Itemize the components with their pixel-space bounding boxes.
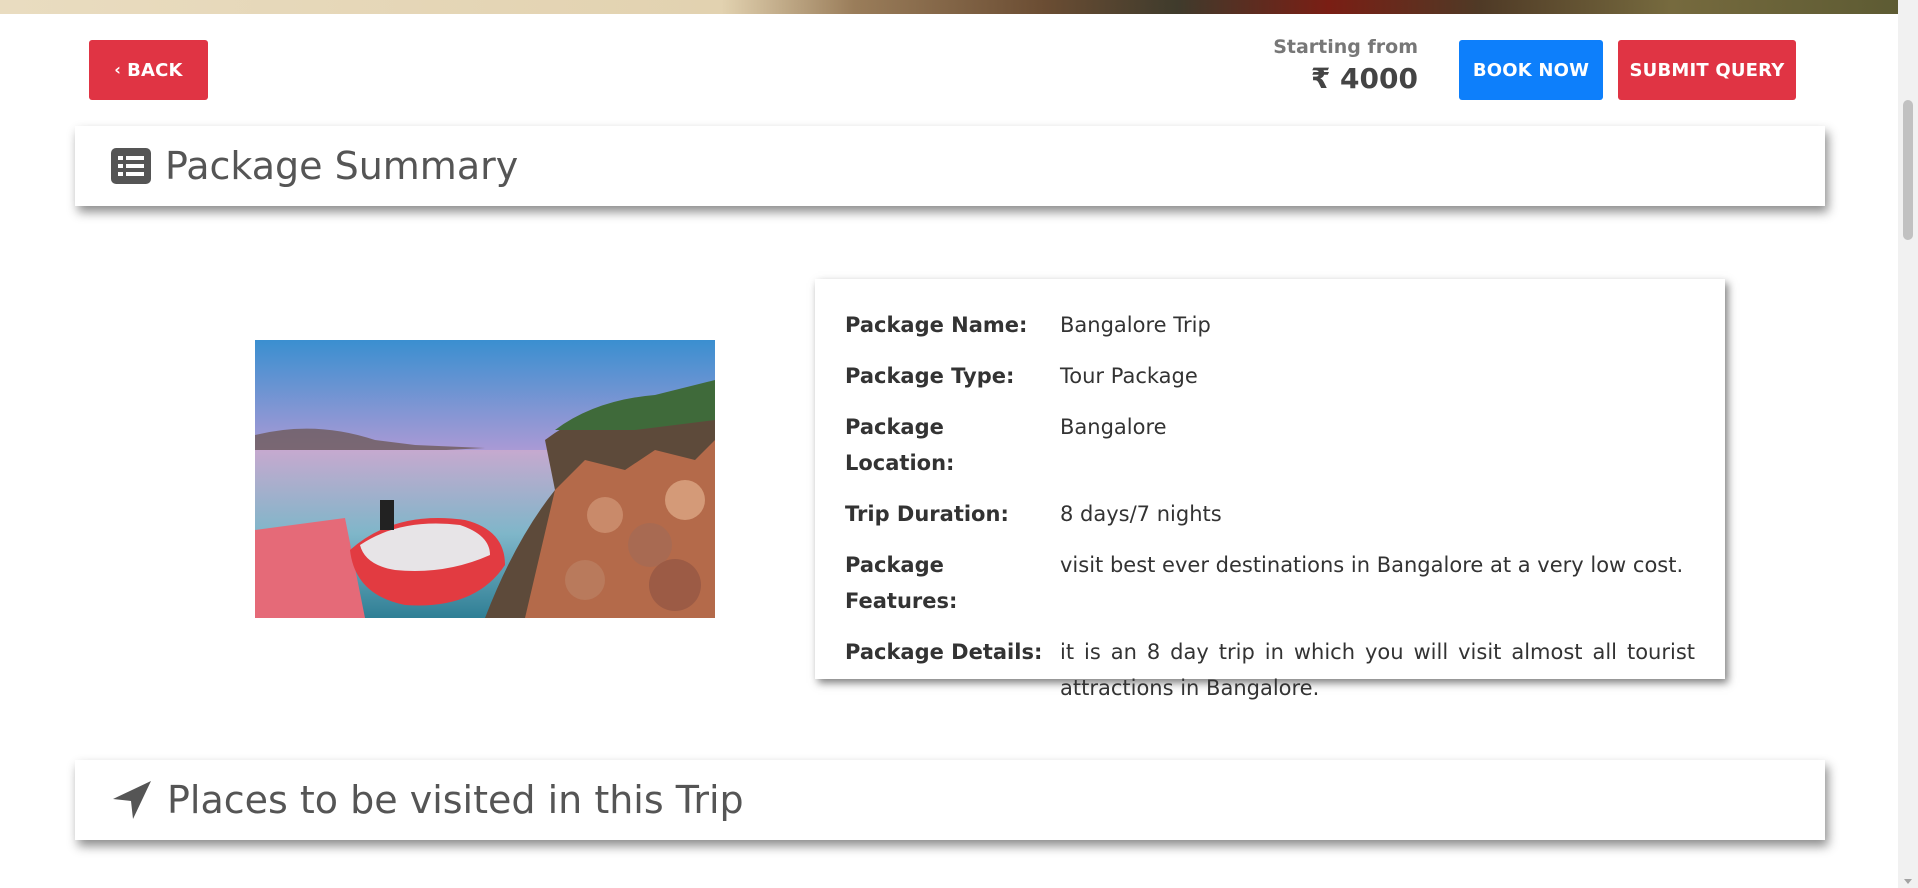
list-icon	[111, 148, 151, 184]
price-label: Starting from	[1273, 36, 1418, 58]
detail-value: Bangalore Trip	[1060, 313, 1211, 337]
book-now-button[interactable]: BOOK NOW	[1459, 40, 1603, 100]
detail-value: it is an 8 day trip in which you will vi…	[1060, 640, 1695, 700]
detail-label: Package Type:	[845, 364, 1015, 388]
detail-row-name: Package Name: Bangalore Trip	[845, 307, 1695, 343]
hero-banner-strip	[0, 0, 1898, 14]
chevron-left-icon: ‹	[114, 60, 122, 79]
location-arrow-icon	[111, 779, 153, 821]
section-title: Places to be visited in this Trip	[167, 778, 744, 822]
detail-value: Bangalore	[1060, 415, 1167, 439]
package-details-card: Package Name: Bangalore Trip Package Typ…	[815, 279, 1725, 700]
price-block: Starting from ₹ 4000	[1273, 36, 1418, 95]
detail-value: visit best ever destinations in Bangalor…	[1060, 553, 1684, 577]
detail-label: Package Name:	[845, 313, 1028, 337]
places-visited-header: Places to be visited in this Trip	[75, 760, 1825, 840]
detail-value: Tour Package	[1060, 364, 1198, 388]
price-value: ₹ 4000	[1310, 62, 1418, 95]
detail-label: Trip Duration:	[845, 502, 1009, 526]
scroll-down-arrow-icon[interactable]	[1904, 879, 1912, 884]
package-image	[255, 340, 715, 618]
vertical-scrollbar[interactable]	[1898, 0, 1918, 888]
package-summary-header: Package Summary	[75, 126, 1825, 206]
detail-row-details: Package Details: it is an 8 day trip in …	[845, 634, 1695, 706]
back-button-label: BACK	[127, 59, 183, 81]
detail-label: Package Features:	[845, 553, 958, 613]
detail-row-location: Package Location: Bangalore	[845, 409, 1695, 481]
submit-query-button[interactable]: SUBMIT QUERY	[1618, 40, 1796, 100]
detail-label: Package Details:	[845, 640, 1043, 664]
back-button[interactable]: ‹ BACK	[89, 40, 208, 100]
detail-value: 8 days/7 nights	[1060, 502, 1222, 526]
detail-label: Package Location:	[845, 415, 955, 475]
detail-row-type: Package Type: Tour Package	[845, 358, 1695, 394]
detail-row-duration: Trip Duration: 8 days/7 nights	[845, 496, 1695, 532]
scrollbar-thumb[interactable]	[1903, 100, 1913, 240]
section-title: Package Summary	[165, 144, 519, 188]
detail-row-features: Package Features: visit best ever destin…	[845, 547, 1695, 619]
